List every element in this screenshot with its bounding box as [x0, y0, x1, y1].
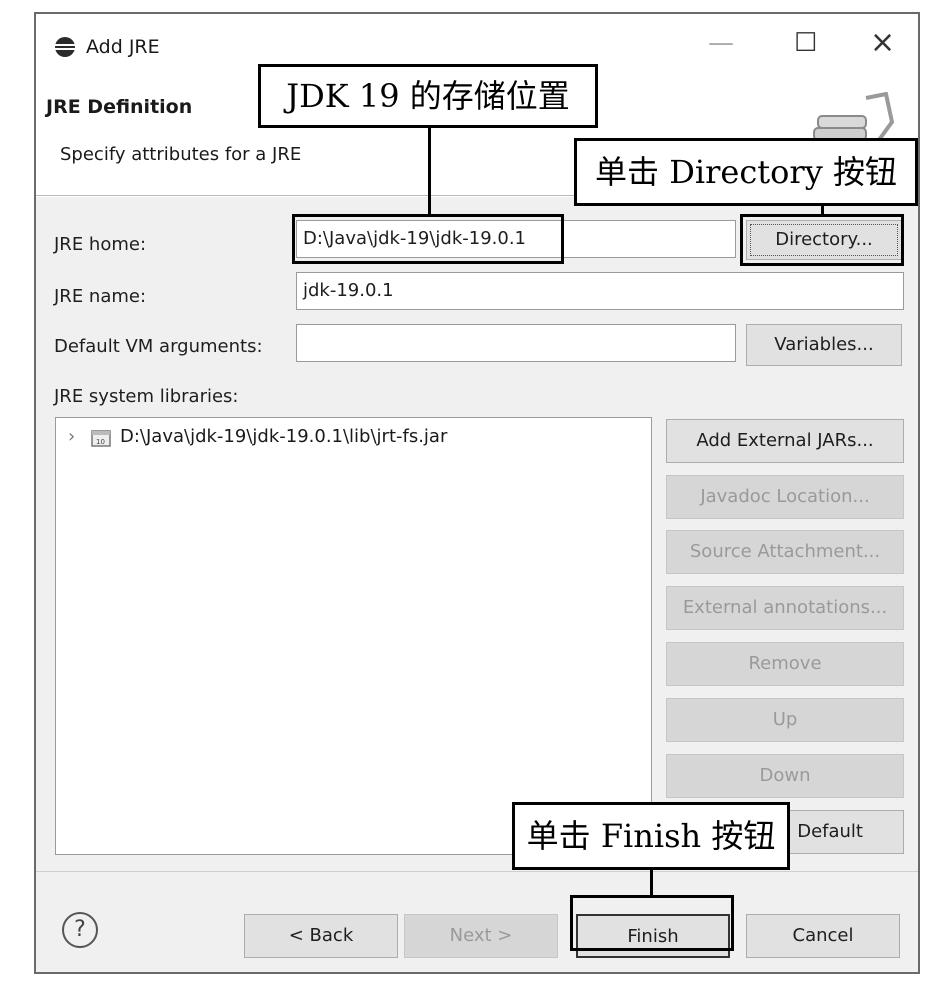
restore-default-label: Default [797, 821, 863, 842]
back-button[interactable]: < Back [244, 914, 398, 958]
window-title: Add JRE [86, 36, 160, 58]
source-attachment-button[interactable]: Source Attachment... [666, 530, 904, 574]
chevron-right-icon[interactable]: › [68, 426, 75, 447]
header-subtitle: Specify attributes for a JRE [60, 144, 302, 165]
add-external-jars-button[interactable]: Add External JARs... [666, 419, 904, 463]
system-libraries-label: JRE system libraries: [54, 386, 239, 407]
close-button[interactable]: × [870, 28, 895, 58]
down-button[interactable]: Down [666, 754, 904, 798]
jdk-location-callout: JDK 19 的存储位置 [258, 64, 598, 128]
next-button[interactable]: Next > [404, 914, 558, 958]
external-annotations-button[interactable]: External annotations... [666, 586, 904, 630]
finish-callout-connector [650, 868, 653, 896]
library-path: D:\Java\jdk-19\jdk-19.0.1\lib\jrt-fs.jar [120, 426, 448, 447]
javadoc-location-button[interactable]: Javadoc Location... [666, 475, 904, 519]
jre-name-label: JRE name: [54, 286, 147, 307]
help-icon[interactable]: ? [62, 912, 98, 948]
eclipse-icon [54, 36, 76, 58]
finish-callout: 单击 Finish 按钮 [512, 802, 790, 870]
list-item[interactable]: › 10 D:\Java\jdk-19\jdk-19.0.1\lib\jrt-f… [64, 426, 624, 450]
system-libraries-list[interactable]: › 10 D:\Java\jdk-19\jdk-19.0.1\lib\jrt-f… [55, 417, 652, 855]
jre-home-highlight [292, 214, 564, 264]
jre-home-label: JRE home: [54, 234, 147, 255]
variables-button[interactable]: Variables... [746, 324, 902, 366]
dialog-footer: ? < Back Next > Finish Cancel [36, 871, 918, 972]
cancel-button[interactable]: Cancel [746, 914, 900, 958]
jre-name-field[interactable]: jdk-19.0.1 [296, 272, 904, 310]
directory-highlight [740, 214, 904, 266]
directory-callout-connector [821, 206, 824, 216]
finish-highlight [570, 895, 734, 951]
jar-file-icon: 10 [90, 428, 112, 448]
vm-arguments-label: Default VM arguments: [54, 336, 263, 357]
svg-text:10: 10 [96, 438, 105, 446]
vm-arguments-field[interactable] [296, 324, 736, 362]
up-button[interactable]: Up [666, 698, 904, 742]
maximize-button[interactable]: ☐ [794, 28, 817, 58]
jdk-callout-connector [428, 128, 431, 216]
directory-callout: 单击 Directory 按钮 [574, 138, 918, 206]
header-title: JRE Definition [46, 96, 193, 118]
remove-button[interactable]: Remove [666, 642, 904, 686]
minimize-button[interactable]: — [708, 28, 734, 58]
